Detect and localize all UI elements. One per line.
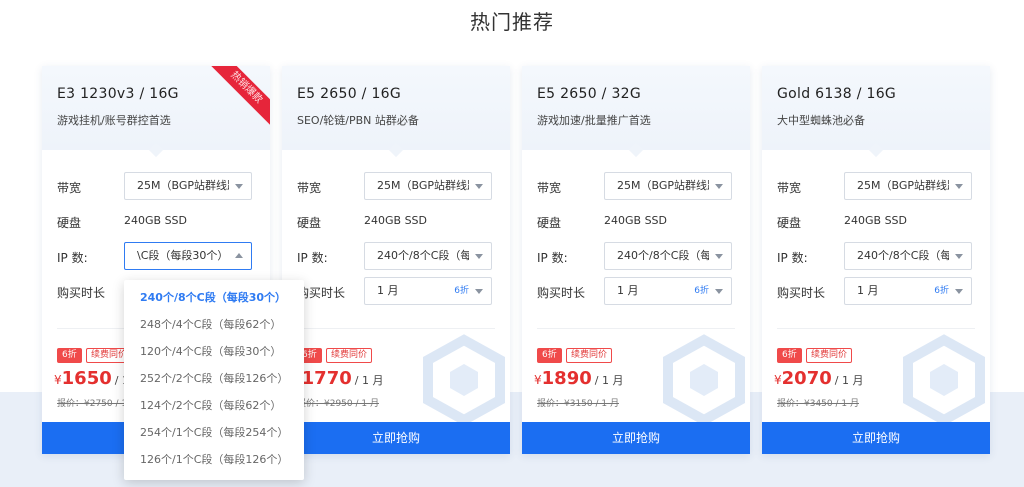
- buy-button[interactable]: 立即抢购: [762, 422, 990, 454]
- ip-label: IP 数:: [777, 251, 808, 265]
- original-price: 报价：¥3450 / 1 月: [777, 399, 859, 409]
- card-description: 大中型蜘蛛池必备: [777, 114, 865, 127]
- card-title: E5 2650 / 16G: [297, 86, 402, 102]
- buy-button[interactable]: 立即抢购: [282, 422, 510, 454]
- ip-select[interactable]: 240个/8个C段（每段30个）: [604, 242, 732, 270]
- duration-discount: 6折: [454, 286, 469, 296]
- discount-badge: 6折: [537, 348, 562, 363]
- chevron-down-icon: [715, 289, 723, 294]
- duration-select[interactable]: 1 月 6折: [604, 277, 732, 305]
- product-card: E5 2650 / 16G SEO/轮链/PBN 站群必备 带宽 25M（BGP…: [282, 66, 510, 454]
- divider: [777, 328, 975, 329]
- dropdown-option[interactable]: 126个/1个C段（每段126个）: [124, 446, 304, 473]
- duration-discount: 6折: [934, 286, 949, 296]
- bandwidth-label: 带宽: [57, 181, 82, 195]
- disk-value: 240GB SSD: [604, 214, 667, 227]
- card-header: E3 1230v3 / 16G 游戏挂机/账号群控首选 热销爆款: [42, 66, 270, 150]
- ip-select[interactable]: 240个/8个C段（每段30个）: [844, 242, 972, 270]
- renew-badge: 续费同价: [806, 348, 853, 363]
- original-price: 报价：¥3150 / 1 月: [537, 399, 619, 409]
- bandwidth-select[interactable]: 25M（BGP站群线路）: [604, 172, 732, 200]
- bandwidth-label: 带宽: [297, 181, 322, 195]
- chevron-down-icon: [235, 184, 243, 189]
- bandwidth-label: 带宽: [537, 181, 562, 195]
- dropdown-option[interactable]: 252个/2个C段（每段126个）: [124, 365, 304, 392]
- ip-dropdown-menu: 240个/8个C段（每段30个） 248个/4个C段（每段62个） 120个/4…: [124, 280, 304, 480]
- disk-value: 240GB SSD: [124, 214, 187, 227]
- discount-badge: 6折: [57, 348, 82, 363]
- divider: [297, 328, 495, 329]
- card-header: Gold 6138 / 16G 大中型蜘蛛池必备: [762, 66, 990, 150]
- chevron-down-icon: [715, 184, 723, 189]
- disk-label: 硬盘: [297, 216, 322, 230]
- discount-badge: 6折: [777, 348, 802, 363]
- chevron-down-icon: [475, 254, 483, 259]
- hot-ribbon-label: 热销爆款: [210, 66, 270, 126]
- duration-label: 购买时长: [537, 286, 586, 300]
- ip-select[interactable]: \C段（每段30个）: [124, 242, 252, 270]
- chevron-down-icon: [715, 254, 723, 259]
- duration-select[interactable]: 1 月 6折: [844, 277, 972, 305]
- hexagon-logo-icon: [663, 334, 745, 426]
- chevron-down-icon: [955, 289, 963, 294]
- price: ¥1770/ 1 月: [294, 368, 384, 389]
- price: ¥1890/ 1 月: [534, 368, 624, 389]
- ip-select[interactable]: 240个/8个C段（每段30个）: [364, 242, 492, 270]
- card-title: Gold 6138 / 16G: [777, 86, 897, 102]
- card-header: E5 2650 / 16G SEO/轮链/PBN 站群必备: [282, 66, 510, 150]
- dropdown-option[interactable]: 248个/4个C段（每段62个）: [124, 311, 304, 338]
- duration-label: 购买时长: [777, 286, 826, 300]
- disk-value: 240GB SSD: [844, 214, 907, 227]
- bandwidth-select[interactable]: 25M（BGP站群线路）: [364, 172, 492, 200]
- card-description: 游戏加速/批量推广首选: [537, 114, 651, 127]
- disk-label: 硬盘: [57, 216, 82, 230]
- card-description: SEO/轮链/PBN 站群必备: [297, 114, 419, 127]
- bandwidth-label: 带宽: [777, 181, 802, 195]
- duration-select[interactable]: 1 月 6折: [364, 277, 492, 305]
- original-price: 报价：¥2950 / 1 月: [297, 399, 379, 409]
- dropdown-option[interactable]: 120个/4个C段（每段30个）: [124, 338, 304, 365]
- divider: [537, 328, 735, 329]
- product-card: Gold 6138 / 16G 大中型蜘蛛池必备 带宽 25M（BGP站群线路）…: [762, 66, 990, 454]
- section-title: 热门推荐: [470, 10, 554, 34]
- dropdown-option[interactable]: 240个/8个C段（每段30个）: [124, 284, 304, 311]
- card-title: E5 2650 / 32G: [537, 86, 642, 102]
- chevron-up-icon: [235, 253, 243, 258]
- ip-label: IP 数:: [297, 251, 328, 265]
- chevron-down-icon: [955, 184, 963, 189]
- renew-badge: 续费同价: [326, 348, 373, 363]
- ip-label: IP 数:: [57, 251, 88, 265]
- product-card: E5 2650 / 32G 游戏加速/批量推广首选 带宽 25M（BGP站群线路…: [522, 66, 750, 454]
- duration-label: 购买时长: [57, 286, 106, 300]
- dropdown-option[interactable]: 124个/2个C段（每段62个）: [124, 392, 304, 419]
- disk-label: 硬盘: [537, 216, 562, 230]
- disk-value: 240GB SSD: [364, 214, 427, 227]
- hexagon-logo-icon: [423, 334, 505, 426]
- renew-badge: 续费同价: [566, 348, 613, 363]
- duration-discount: 6折: [694, 286, 709, 296]
- ip-label: IP 数:: [537, 251, 568, 265]
- buy-button[interactable]: 立即抢购: [522, 422, 750, 454]
- duration-label: 购买时长: [297, 286, 346, 300]
- dropdown-option[interactable]: 254个/1个C段（每段254个）: [124, 419, 304, 446]
- price: ¥2070/ 1 月: [774, 368, 864, 389]
- card-header: E5 2650 / 32G 游戏加速/批量推广首选: [522, 66, 750, 150]
- disk-label: 硬盘: [777, 216, 802, 230]
- bandwidth-select[interactable]: 25M（BGP站群线路）: [844, 172, 972, 200]
- hot-ribbon: 热销爆款: [210, 66, 270, 126]
- chevron-down-icon: [955, 254, 963, 259]
- chevron-down-icon: [475, 184, 483, 189]
- hexagon-logo-icon: [903, 334, 985, 426]
- bandwidth-select[interactable]: 25M（BGP站群线路）: [124, 172, 252, 200]
- chevron-down-icon: [475, 289, 483, 294]
